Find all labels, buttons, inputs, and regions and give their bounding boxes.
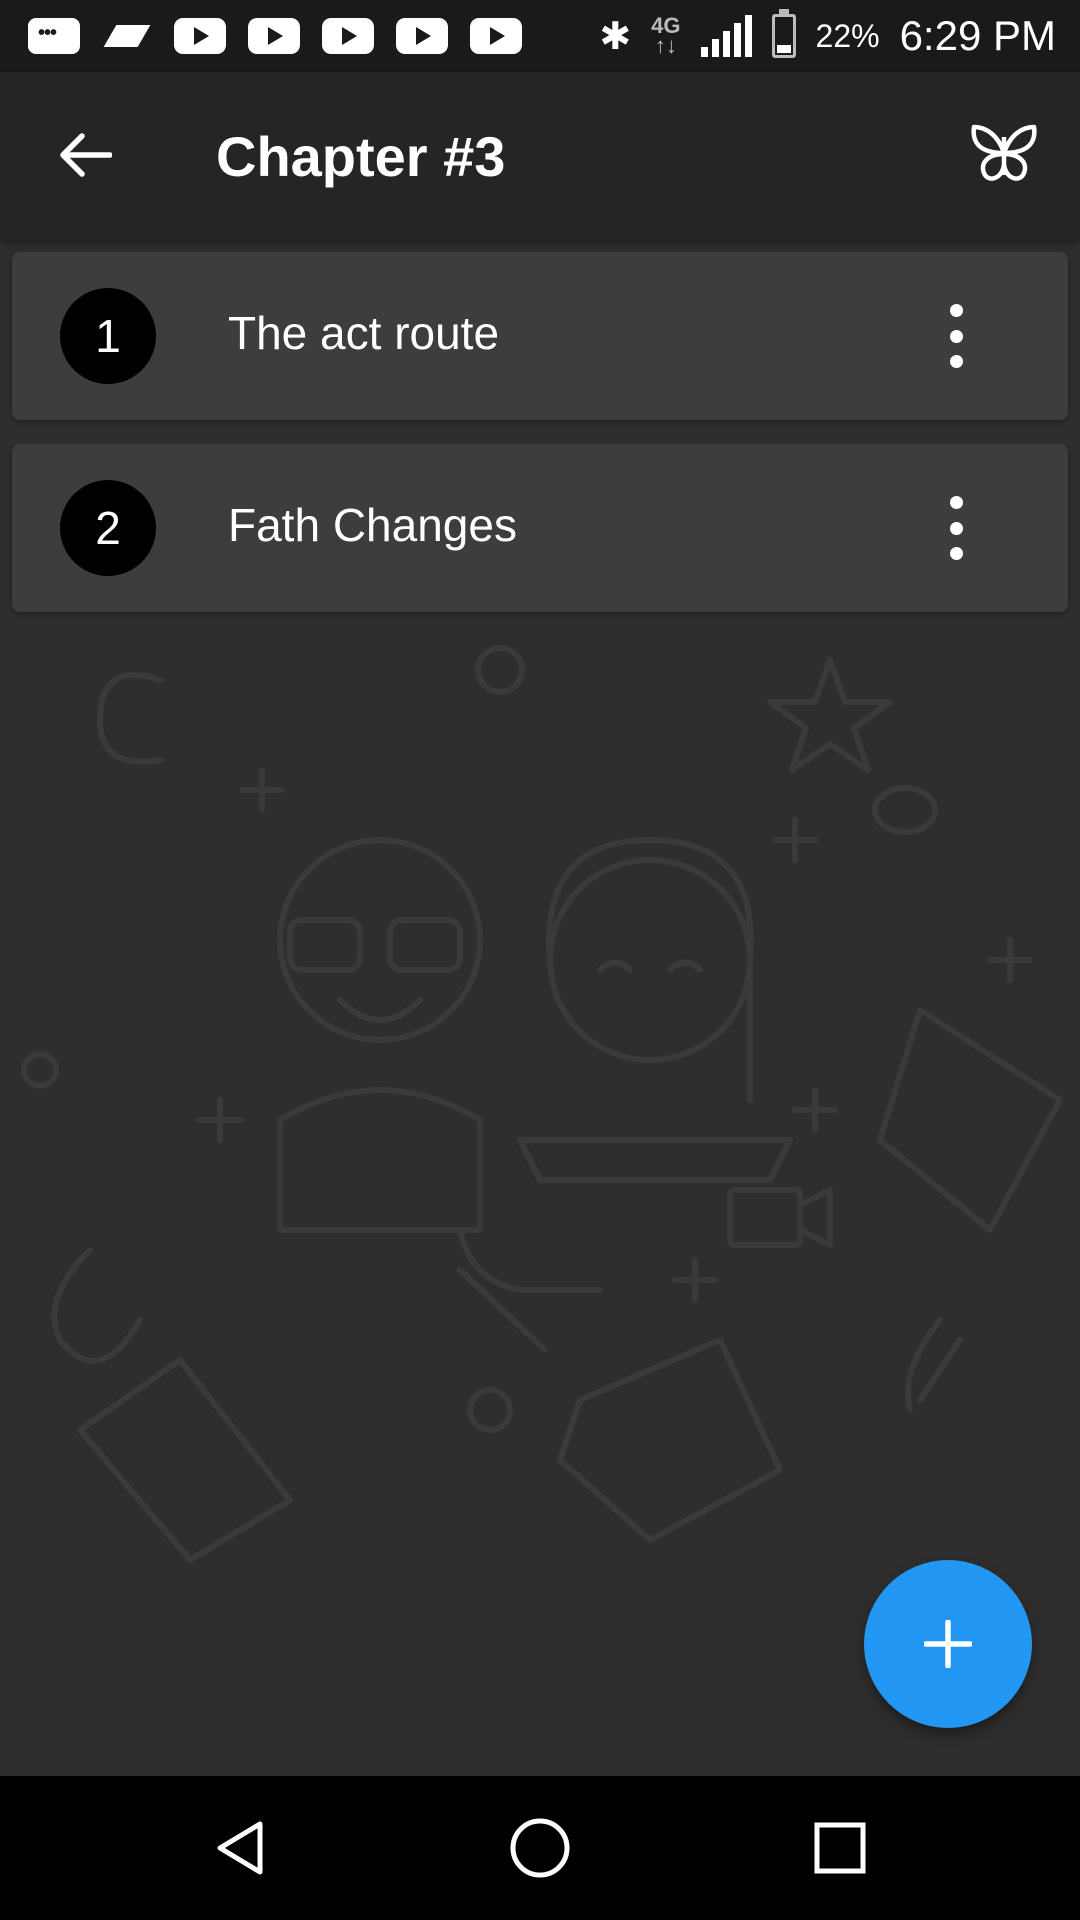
system-nav-bar — [0, 1776, 1080, 1920]
nav-home-icon — [510, 1818, 570, 1878]
item-title: Fath Changes — [228, 499, 517, 551]
page-title: Chapter #3 — [216, 125, 506, 188]
nav-recents-icon — [814, 1822, 866, 1874]
list-item[interactable]: 2 Fath Changes — [12, 444, 1068, 612]
more-options-button[interactable] — [936, 304, 976, 368]
battery-percent: 22% — [815, 17, 880, 54]
status-notification-icons — [0, 18, 522, 54]
item-number-badge: 2 — [60, 480, 156, 576]
butterfly-icon — [971, 124, 1037, 181]
nav-recents-button[interactable] — [804, 1812, 876, 1884]
list-item[interactable]: 1 The act route — [12, 252, 1068, 420]
more-options-button[interactable] — [936, 496, 976, 560]
youtube-icon — [174, 18, 226, 54]
nav-back-icon — [217, 1821, 263, 1875]
status-bar: ✱ 4G↑↓ 22% 6:29 PM — [0, 0, 1080, 72]
notification-icon — [103, 25, 151, 47]
app-bar: Chapter #3 — [0, 72, 1080, 240]
battery-icon — [771, 9, 796, 58]
youtube-icon — [248, 18, 300, 54]
more-vert-icon — [949, 496, 963, 509]
item-number-badge: 1 — [60, 288, 156, 384]
item-title: The act route — [228, 307, 500, 359]
chapter-list: 1 The act route 2 Fath Changes — [12, 252, 1068, 636]
butterfly-button[interactable] — [964, 118, 1044, 190]
youtube-icon — [470, 18, 522, 54]
back-button[interactable] — [52, 122, 118, 188]
signal-icon — [700, 15, 752, 57]
youtube-icon — [322, 18, 374, 54]
add-button[interactable] — [864, 1560, 1032, 1728]
more-vert-icon — [949, 304, 963, 317]
youtube-icon — [396, 18, 448, 54]
bluetooth-icon: ✱ — [599, 15, 632, 58]
plus-icon — [924, 1620, 972, 1668]
arrow-back-icon — [60, 133, 112, 177]
status-system-icons: ✱ 4G ↑↓ 22% 6:29 PM — [599, 0, 1056, 72]
network-type-indicator: 4G ↑↓ — [651, 13, 681, 58]
nav-home-button[interactable] — [504, 1812, 576, 1884]
message-icon — [28, 18, 80, 54]
nav-back-button[interactable] — [204, 1812, 276, 1884]
status-time: 6:29 PM — [899, 12, 1056, 59]
